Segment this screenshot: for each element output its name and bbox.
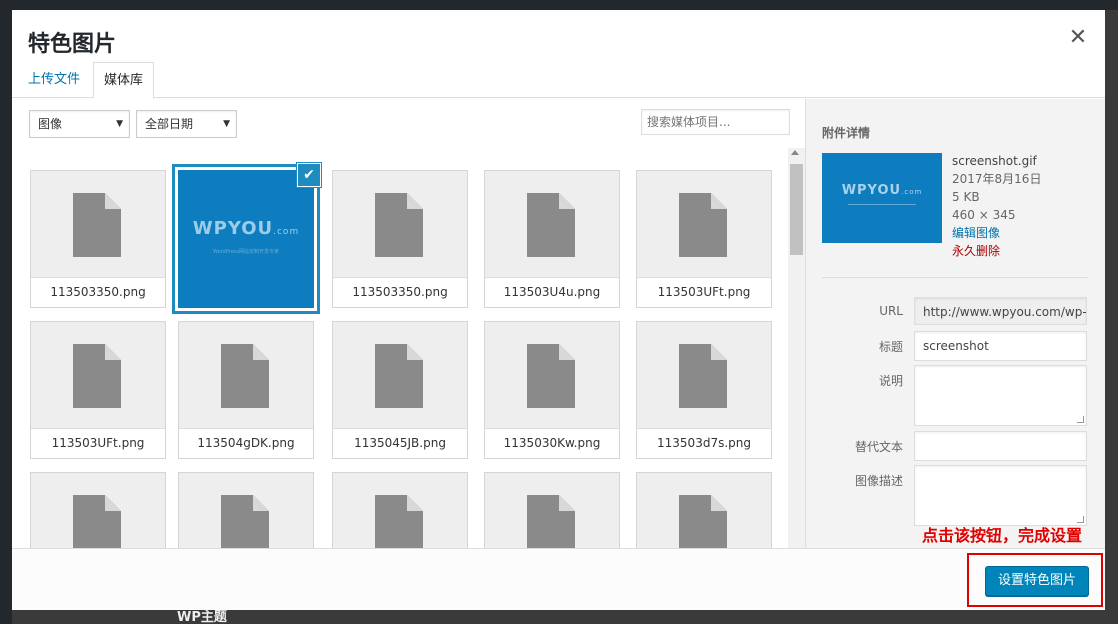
admin-bar [0,0,1118,10]
annotation-text: 点击该按钮，完成设置 [922,526,1083,545]
logo-suffix: .com [273,227,300,237]
alt-text-label: 替代文本 [854,440,903,454]
attachment-filename: 113503UFt.png [637,277,771,307]
attachment-filename: 113503UFt.png [31,428,165,458]
url-field[interactable]: http://www.wpyou.com/wp-c [914,297,1087,325]
attachments-grid: 113503350.png WPYOU.com WordPress网站定制开发专家 ✔… [12,148,788,548]
attachment-filename: 113503d7s.png [637,428,771,458]
attachment[interactable]: 113504gDK.png [178,321,314,459]
attachment[interactable] [332,472,468,548]
alt-text-field[interactable] [914,431,1087,461]
details-heading: 附件详情 [822,126,871,140]
tab-upload-files[interactable]: 上传文件 [18,62,90,98]
attachment[interactable]: 1135030Kw.png [484,321,620,459]
attachment[interactable] [636,472,772,548]
document-file-icon [527,495,575,548]
document-file-icon [73,193,121,257]
attachment-filename: 113504gDK.png [179,428,313,458]
attachment[interactable] [30,472,166,548]
details-divider [822,277,1088,278]
attachment[interactable]: 113503UFt.png [30,321,166,459]
checkmark-icon[interactable]: ✔ [297,163,321,187]
logo-text: WPYOU [192,218,274,239]
details-size: 5 KB [952,190,980,204]
admin-sidebar [0,10,12,624]
caption-label: 说明 [878,374,903,388]
attachment[interactable] [484,472,620,548]
dropdown-arrow-icon: ▼ [116,119,123,129]
caption-field[interactable] [914,365,1087,426]
modal-title: 特色图片 [28,32,117,57]
details-filename: screenshot.gif [952,154,1037,168]
grid-scrollbar[interactable] [788,148,805,548]
attachment[interactable]: 113503U4u.png [484,170,620,308]
annotation-highlight-box [967,553,1103,607]
document-file-icon [679,495,727,548]
document-file-icon [375,193,423,257]
media-type-filter-value: 图像 [38,117,63,131]
media-type-filter[interactable]: 图像 ▼ [29,110,130,138]
delete-permanently-link[interactable]: 永久删除 [952,242,1041,260]
title-label: 标题 [878,340,903,354]
background-page: WP主题 [12,610,1118,624]
document-file-icon [679,344,727,408]
url-label: URL [879,304,903,318]
details-date: 2017年8月16日 [952,172,1042,186]
scrollbar-thumb[interactable] [790,164,803,255]
attachment[interactable]: 1135045JB.png [332,321,468,459]
thumbnail-logo: WPYOU.com [822,183,942,198]
document-file-icon [375,344,423,408]
document-file-icon [221,495,269,548]
description-label: 图像描述 [854,474,903,488]
dropdown-arrow-icon: ▼ [223,119,230,129]
document-file-icon [679,193,727,257]
title-field[interactable]: screenshot [914,331,1087,361]
description-field[interactable] [914,465,1087,526]
attachment-selected[interactable]: WPYOU.com WordPress网站定制开发专家 ✔ [178,163,321,308]
attachment[interactable]: 113503350.png [30,170,166,308]
attachment-filename: 113503350.png [333,277,467,307]
attachment-filename: 113503U4u.png [485,277,619,307]
tab-media-library[interactable]: 媒体库 [93,62,155,99]
document-file-icon [527,193,575,257]
document-file-icon [73,344,121,408]
close-icon[interactable]: ✕ [1065,26,1091,52]
details-dimensions: 460 × 345 [952,208,1016,222]
thumbnail-logo-text: WPYOU [841,183,902,198]
background-overlay [1105,10,1118,610]
date-filter[interactable]: 全部日期 ▼ [136,110,237,138]
attachment[interactable] [178,472,314,548]
media-toolbar-footer: 设置特色图片 [12,548,1105,610]
document-file-icon [73,495,121,548]
search-media-input[interactable] [641,109,790,135]
wpyou-logo: WPYOU.com [178,218,314,239]
attachment[interactable]: 113503d7s.png [636,321,772,459]
details-thumbnail: WPYOU.com [822,153,942,243]
thumbnail-tagline-line [848,204,916,205]
edit-image-link[interactable]: 编辑图像 [952,224,1041,242]
attachment-details-sidebar: 附件详情 WPYOU.com screenshot.gif 2017年8月16日… [805,99,1105,548]
featured-image-modal: 特色图片 ✕ 上传文件 媒体库 图像 ▼ 全部日期 ▼ 113503350.pn… [12,10,1105,610]
logo-tagline: WordPress网站定制开发专家 [212,249,279,255]
details-info: screenshot.gif 2017年8月16日 5 KB 460 × 345… [952,152,1041,260]
scroll-up-arrow-icon[interactable] [791,150,799,155]
thumbnail-logo-suffix: .com [901,188,923,196]
attachment-filename: 1135045JB.png [333,428,467,458]
attachment[interactable]: 113503350.png [332,170,468,308]
attachment-filename: 1135030Kw.png [485,428,619,458]
attachment-filename: 113503350.png [31,277,165,307]
document-file-icon [527,344,575,408]
attachment[interactable]: 113503UFt.png [636,170,772,308]
document-file-icon [221,344,269,408]
document-file-icon [375,495,423,548]
media-router-tabs: 上传文件 媒体库 [12,62,1105,99]
date-filter-value: 全部日期 [145,117,194,131]
